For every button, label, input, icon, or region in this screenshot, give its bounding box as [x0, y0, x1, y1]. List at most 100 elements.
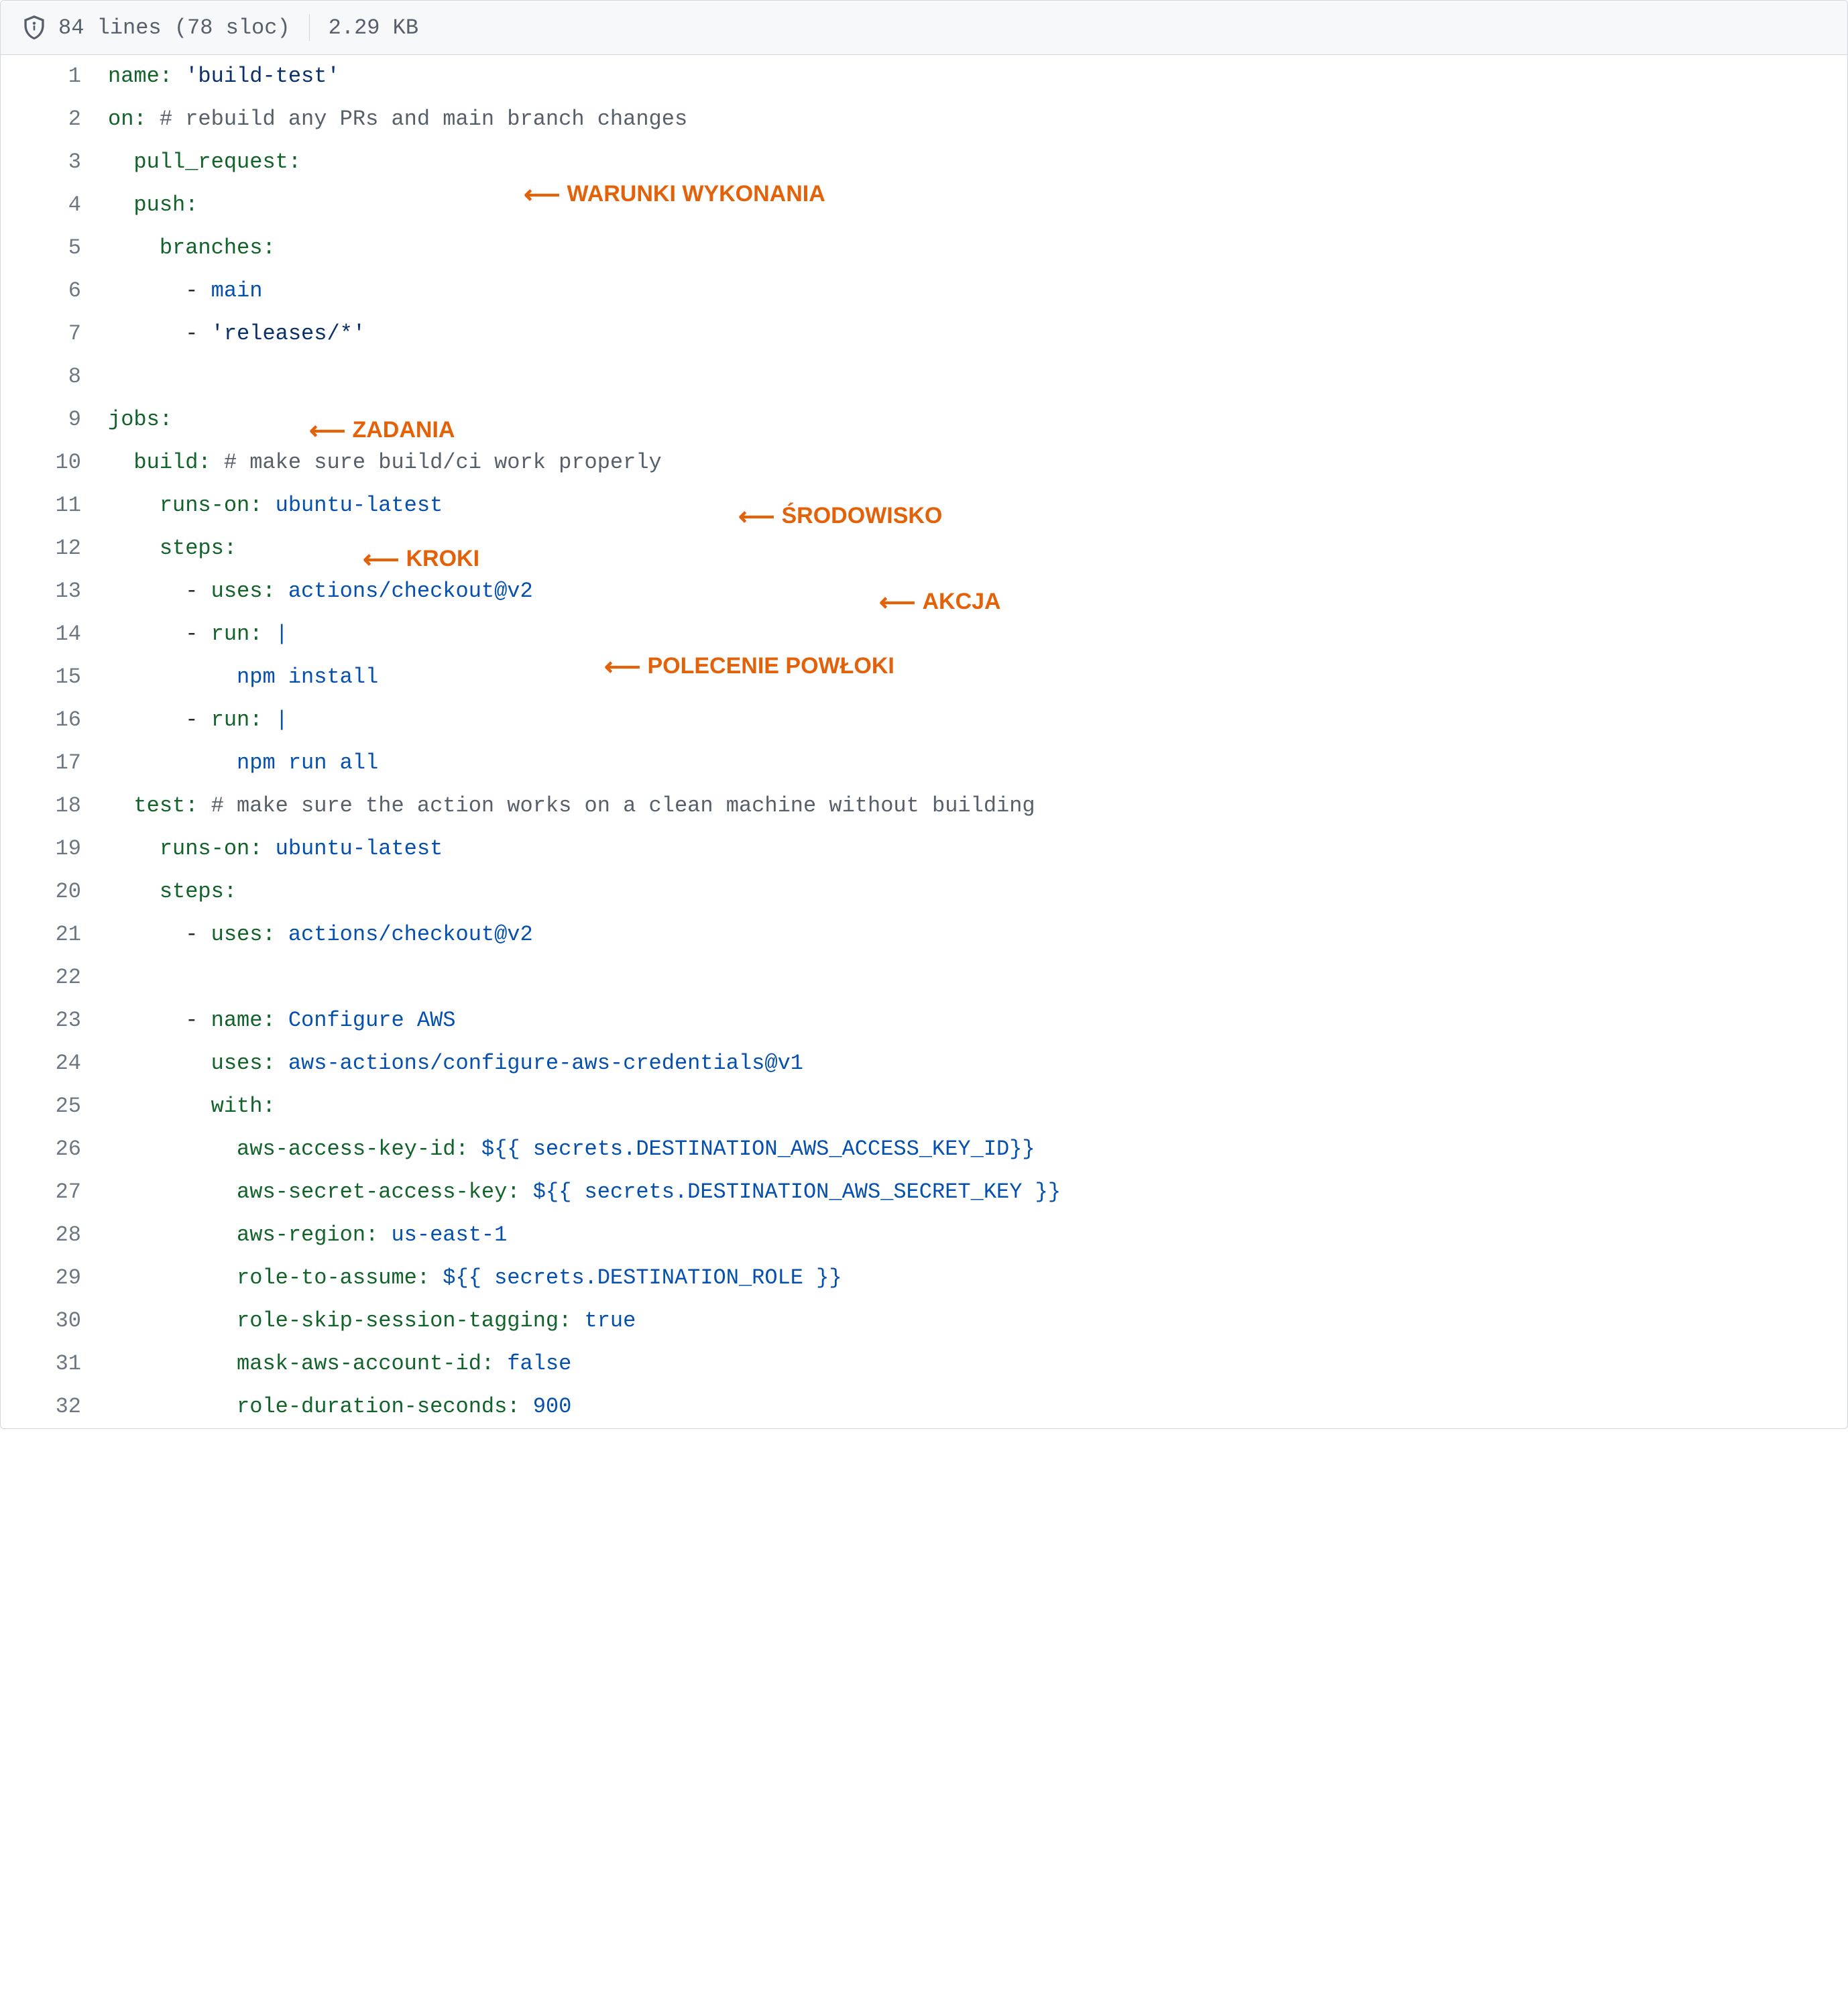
- code-line[interactable]: 6 - main: [1, 270, 1847, 312]
- line-number[interactable]: 17: [1, 742, 108, 785]
- line-content[interactable]: npm install: [108, 656, 378, 699]
- line-content[interactable]: push:: [108, 184, 198, 227]
- file-size: 2.29 KB: [329, 15, 418, 40]
- code-line[interactable]: 29 role-to-assume: ${{ secrets.DESTINATI…: [1, 1257, 1847, 1300]
- line-number[interactable]: 4: [1, 184, 108, 227]
- code-line[interactable]: 8: [1, 355, 1847, 398]
- line-number[interactable]: 20: [1, 870, 108, 913]
- line-content[interactable]: [108, 956, 121, 999]
- code-line[interactable]: 21 - uses: actions/checkout@v2: [1, 913, 1847, 956]
- line-number[interactable]: 24: [1, 1042, 108, 1085]
- line-content[interactable]: aws-access-key-id: ${{ secrets.DESTINATI…: [108, 1128, 1035, 1171]
- vertical-divider: [309, 14, 310, 41]
- code-line[interactable]: 4 push:: [1, 184, 1847, 227]
- code-line[interactable]: 24 uses: aws-actions/configure-aws-crede…: [1, 1042, 1847, 1085]
- line-number[interactable]: 2: [1, 98, 108, 141]
- code-line[interactable]: 23 - name: Configure AWS: [1, 999, 1847, 1042]
- code-line[interactable]: 25 with:: [1, 1085, 1847, 1128]
- line-number[interactable]: 27: [1, 1171, 108, 1214]
- line-number[interactable]: 14: [1, 613, 108, 656]
- line-number[interactable]: 22: [1, 956, 108, 999]
- line-content[interactable]: jobs:: [108, 398, 172, 441]
- line-number[interactable]: 18: [1, 785, 108, 827]
- line-number[interactable]: 15: [1, 656, 108, 699]
- code-line[interactable]: 5 branches:: [1, 227, 1847, 270]
- line-number[interactable]: 9: [1, 398, 108, 441]
- line-content[interactable]: aws-secret-access-key: ${{ secrets.DESTI…: [108, 1171, 1061, 1214]
- line-content[interactable]: uses: aws-actions/configure-aws-credenti…: [108, 1042, 803, 1085]
- file-lines-count: 84 lines (78 sloc): [58, 15, 290, 40]
- code-line[interactable]: 30 role-skip-session-tagging: true: [1, 1300, 1847, 1342]
- line-number[interactable]: 25: [1, 1085, 108, 1128]
- line-number[interactable]: 16: [1, 699, 108, 742]
- line-content[interactable]: [108, 355, 121, 398]
- code-line[interactable]: 3 pull_request:: [1, 141, 1847, 184]
- annotation-text: POLECENIE POWŁOKI: [647, 643, 894, 689]
- line-number[interactable]: 19: [1, 827, 108, 870]
- line-number[interactable]: 3: [1, 141, 108, 184]
- line-content[interactable]: - 'releases/*': [108, 312, 365, 355]
- line-content[interactable]: - name: Configure AWS: [108, 999, 455, 1042]
- line-content[interactable]: role-duration-seconds: 900: [108, 1385, 571, 1428]
- code-line[interactable]: 26 aws-access-key-id: ${{ secrets.DESTIN…: [1, 1128, 1847, 1171]
- line-number[interactable]: 10: [1, 441, 108, 484]
- line-number[interactable]: 26: [1, 1128, 108, 1171]
- shield-icon: [22, 14, 46, 41]
- code-line[interactable]: 16 - run: |: [1, 699, 1847, 742]
- code-line[interactable]: 19 runs-on: ubuntu-latest: [1, 827, 1847, 870]
- code-line[interactable]: 22: [1, 956, 1847, 999]
- line-number[interactable]: 5: [1, 227, 108, 270]
- line-content[interactable]: - run: |: [108, 613, 288, 656]
- line-content[interactable]: - uses: actions/checkout@v2: [108, 913, 533, 956]
- line-content[interactable]: pull_request:: [108, 141, 301, 184]
- line-number[interactable]: 12: [1, 527, 108, 570]
- line-number[interactable]: 28: [1, 1214, 108, 1257]
- line-content[interactable]: aws-region: us-east-1: [108, 1214, 507, 1257]
- line-content[interactable]: test: # make sure the action works on a …: [108, 785, 1035, 827]
- code-line[interactable]: 31 mask-aws-account-id: false: [1, 1342, 1847, 1385]
- line-content[interactable]: role-to-assume: ${{ secrets.DESTINATION_…: [108, 1257, 842, 1300]
- code-line[interactable]: 2on: # rebuild any PRs and main branch c…: [1, 98, 1847, 141]
- code-line[interactable]: 1name: 'build-test': [1, 55, 1847, 98]
- code-line[interactable]: 20 steps:: [1, 870, 1847, 913]
- line-content[interactable]: - run: |: [108, 699, 288, 742]
- line-number[interactable]: 30: [1, 1300, 108, 1342]
- code-line[interactable]: 7 - 'releases/*': [1, 312, 1847, 355]
- annotation-text: WARUNKI WYKONANIA: [567, 171, 825, 217]
- code-line[interactable]: 28 aws-region: us-east-1: [1, 1214, 1847, 1257]
- code-block[interactable]: 1name: 'build-test'2on: # rebuild any PR…: [1, 55, 1847, 1428]
- arrow-left-icon: ⟵: [524, 182, 560, 208]
- line-content[interactable]: steps:: [108, 527, 237, 570]
- code-line[interactable]: 32 role-duration-seconds: 900: [1, 1385, 1847, 1428]
- line-number[interactable]: 31: [1, 1342, 108, 1385]
- line-content[interactable]: mask-aws-account-id: false: [108, 1342, 571, 1385]
- arrow-left-icon: ⟵: [363, 547, 399, 573]
- code-line[interactable]: 17 npm run all: [1, 742, 1847, 785]
- line-number[interactable]: 21: [1, 913, 108, 956]
- line-content[interactable]: with:: [108, 1085, 276, 1128]
- line-content[interactable]: steps:: [108, 870, 237, 913]
- line-content[interactable]: npm run all: [108, 742, 378, 785]
- line-content[interactable]: on: # rebuild any PRs and main branch ch…: [108, 98, 687, 141]
- line-content[interactable]: branches:: [108, 227, 276, 270]
- line-number[interactable]: 13: [1, 570, 108, 613]
- line-content[interactable]: - main: [108, 270, 262, 312]
- line-number[interactable]: 29: [1, 1257, 108, 1300]
- line-number[interactable]: 23: [1, 999, 108, 1042]
- code-line[interactable]: 18 test: # make sure the action works on…: [1, 785, 1847, 827]
- line-number[interactable]: 8: [1, 355, 108, 398]
- code-line[interactable]: 27 aws-secret-access-key: ${{ secrets.DE…: [1, 1171, 1847, 1214]
- line-number[interactable]: 7: [1, 312, 108, 355]
- line-content[interactable]: role-skip-session-tagging: true: [108, 1300, 636, 1342]
- line-number[interactable]: 32: [1, 1385, 108, 1428]
- line-content[interactable]: name: 'build-test': [108, 55, 340, 98]
- line-content[interactable]: runs-on: ubuntu-latest: [108, 484, 443, 527]
- file-viewer: 84 lines (78 sloc) 2.29 KB 1name: 'build…: [0, 0, 1848, 1429]
- code-line[interactable]: 10 build: # make sure build/ci work prop…: [1, 441, 1847, 484]
- line-content[interactable]: runs-on: ubuntu-latest: [108, 827, 443, 870]
- code-line[interactable]: 15 npm install: [1, 656, 1847, 699]
- line-number[interactable]: 6: [1, 270, 108, 312]
- code-line[interactable]: 9jobs:: [1, 398, 1847, 441]
- line-number[interactable]: 1: [1, 55, 108, 98]
- line-number[interactable]: 11: [1, 484, 108, 527]
